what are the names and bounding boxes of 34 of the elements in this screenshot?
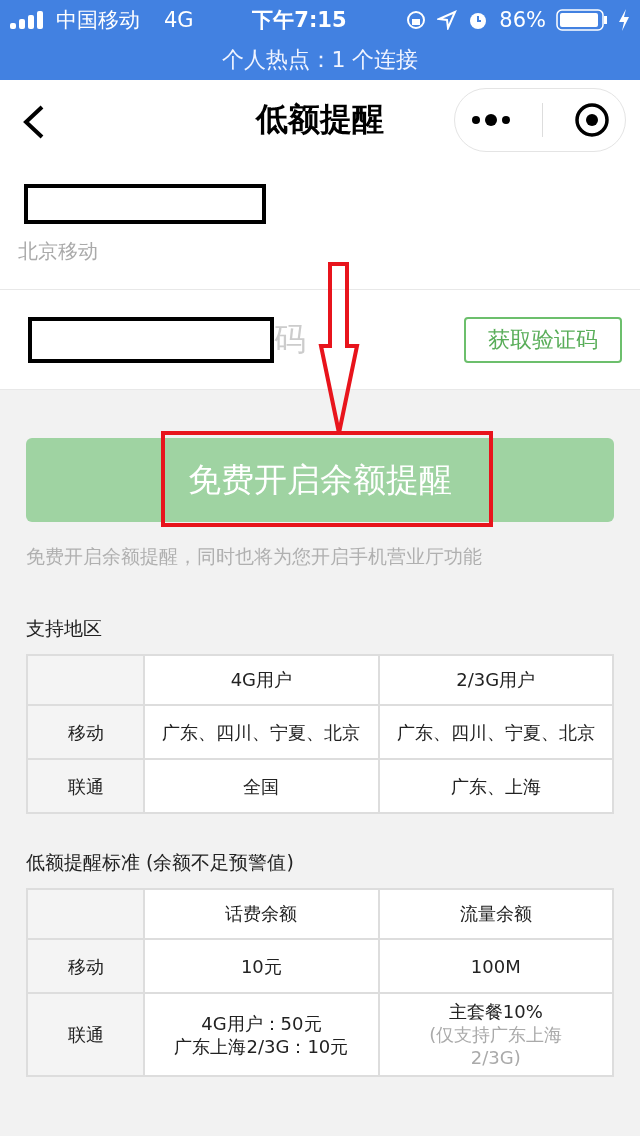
charging-bolt-icon [618, 9, 630, 31]
network-type: 4G [164, 8, 194, 32]
table-cell: 联通 [27, 759, 145, 813]
table-cell: 广东、四川、宁夏、北京 [378, 705, 613, 759]
table-cell: 10元 [144, 939, 379, 993]
carrier-name: 中国移动 [56, 7, 140, 34]
table-cell: 100M [378, 939, 613, 993]
signal-icon [10, 11, 46, 29]
close-target-icon[interactable] [573, 102, 610, 138]
operator-label: 北京移动 [18, 238, 99, 265]
hint-text: 免费开启余额提醒，同时也将为您开启手机营业厅功能 [26, 544, 483, 569]
clock: 下午7:15 [252, 7, 347, 34]
column-header: 2/3G用户 [378, 655, 613, 705]
column-header: 4G用户 [144, 655, 379, 705]
table-cell: 移动 [27, 939, 145, 993]
table-cell: 4G用户：50元 广东上海2/3G：10元 [144, 993, 379, 1076]
section-title: 支持地区 [26, 616, 103, 641]
table-cell: 移动 [27, 705, 145, 759]
get-code-button[interactable]: 获取验证码 [464, 316, 622, 363]
table-cell: 全国 [144, 759, 379, 813]
section-title: 低额提醒标准 (余额不足预警值) [26, 850, 295, 875]
table-cell: 主套餐10% (仅支持广东上海 2/3G) [378, 993, 613, 1076]
column-header: 话费余额 [144, 889, 379, 939]
table-cell: 广东、四川、宁夏、北京 [144, 705, 379, 759]
table-cell: 广东、上海 [378, 759, 613, 813]
column-header: 流量余额 [378, 889, 613, 939]
more-icon[interactable] [470, 114, 511, 126]
battery-percent: 86% [499, 8, 546, 32]
rotation-lock-icon [405, 9, 428, 31]
location-arrow-icon [437, 10, 458, 30]
page-title: 低额提醒 [256, 99, 384, 140]
hotspot-banner[interactable]: 个人热点：1 个连接 [0, 40, 640, 80]
table-cell: 联通 [27, 993, 145, 1076]
battery-icon [556, 9, 608, 31]
